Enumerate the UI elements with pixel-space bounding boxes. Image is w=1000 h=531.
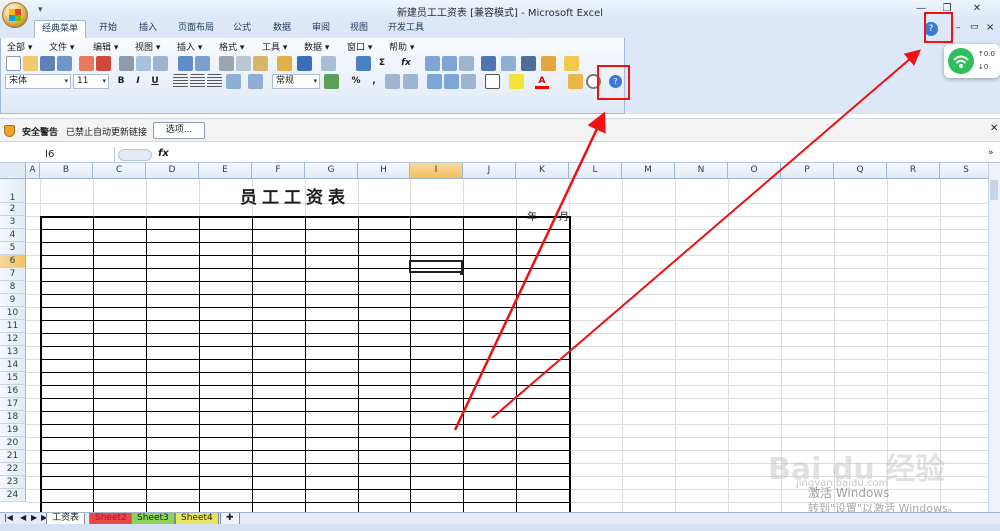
office-button[interactable]: [2, 2, 28, 28]
office-logo-icon: [9, 9, 21, 21]
arrow-to-toolbar-help: [453, 111, 606, 431]
annotation-arrows: [453, 49, 922, 431]
arrow-to-ribbon-help: [491, 49, 922, 419]
